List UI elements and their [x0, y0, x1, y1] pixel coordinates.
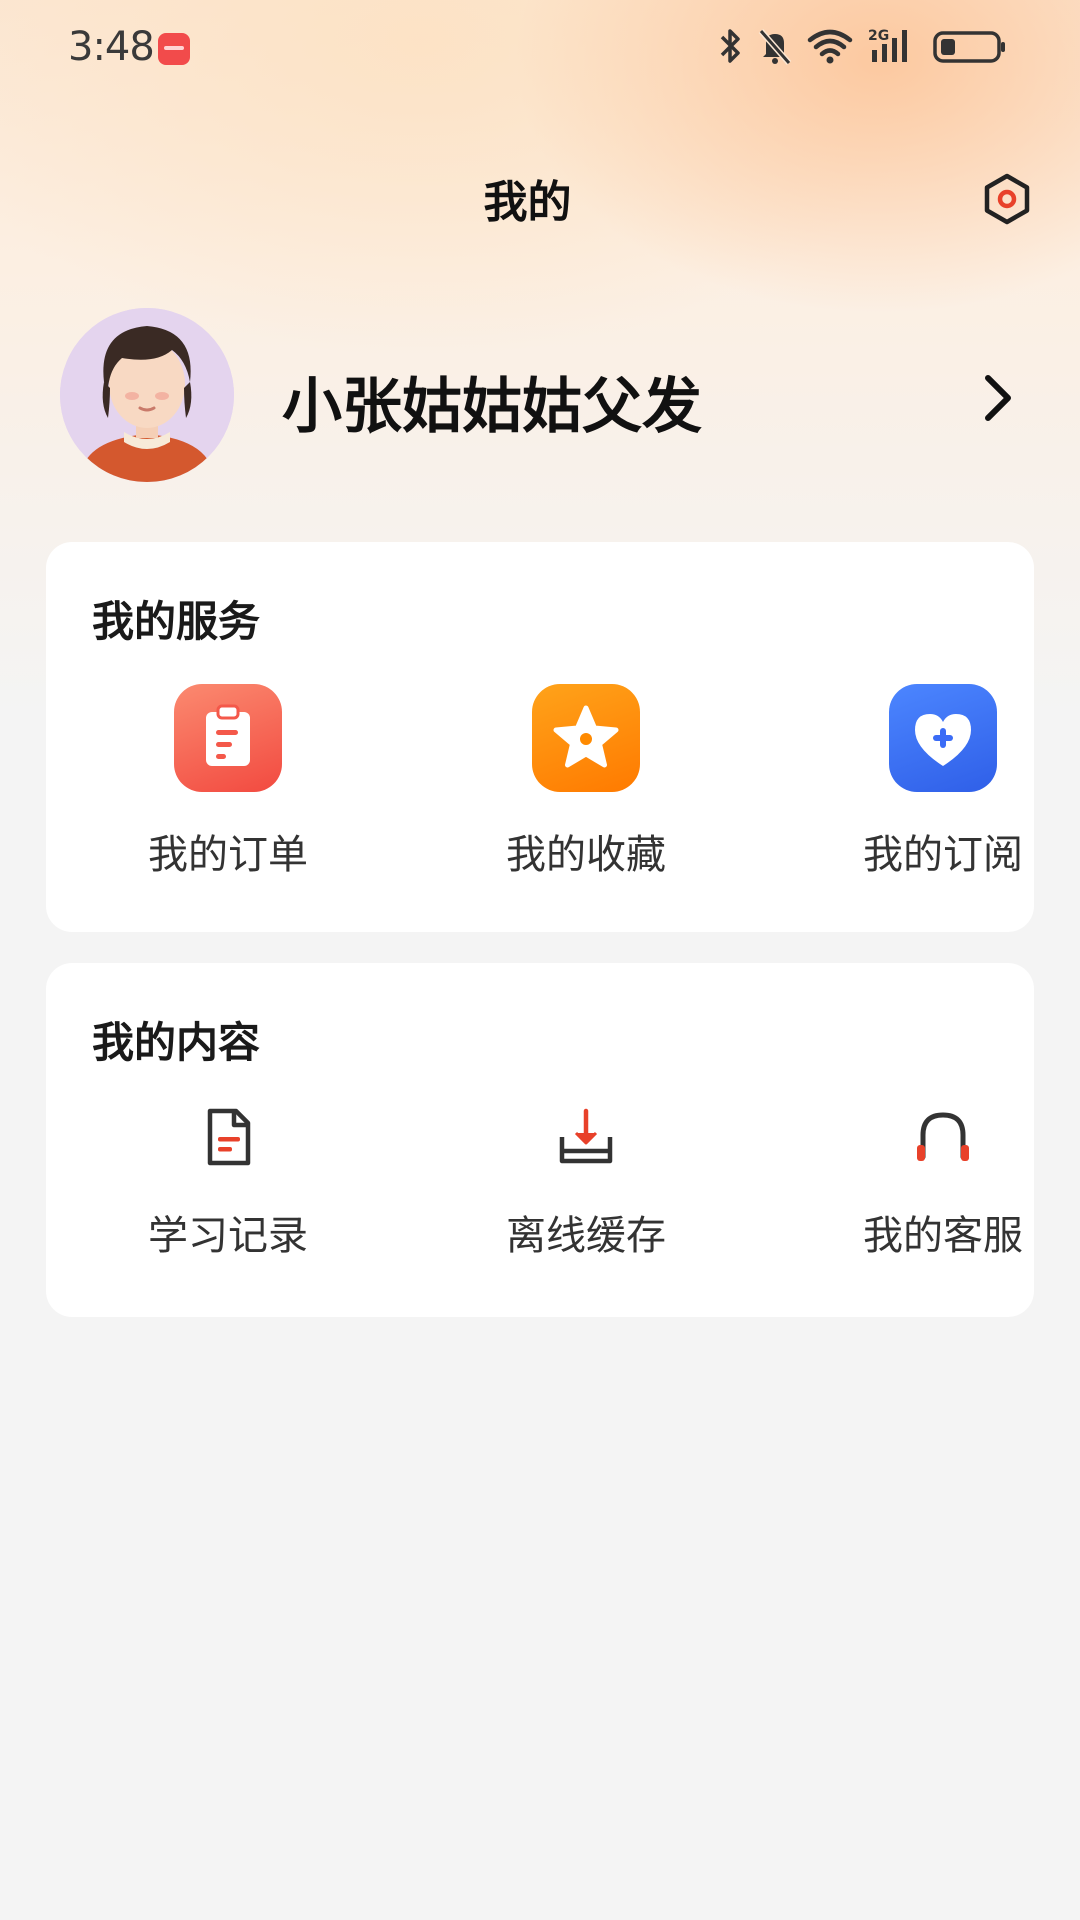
- service-item-favorites[interactable]: 我的收藏: [456, 684, 716, 880]
- avatar-illustration: [60, 308, 234, 482]
- network-type-label: 2G: [868, 28, 889, 44]
- username[interactable]: 小张姑姑姑父发: [282, 358, 702, 445]
- page-title: 我的: [483, 177, 572, 228]
- content-item-offline-cache[interactable]: 离线缓存: [456, 1107, 716, 1261]
- service-label: 我的收藏: [506, 832, 666, 878]
- content-card: 我的内容 学习记录 离线缓存 我的客服: [46, 963, 1034, 1317]
- star-icon: [532, 684, 640, 792]
- status-icons: 2G: [718, 26, 1008, 66]
- content-label: 学习记录: [148, 1213, 308, 1259]
- app-notification-icon: [158, 33, 190, 65]
- content-label: 离线缓存: [506, 1213, 666, 1259]
- cellular-signal-icon: 2G: [868, 28, 907, 62]
- settings-gear-icon[interactable]: [980, 172, 1034, 226]
- battery-icon: [933, 31, 1005, 63]
- avatar[interactable]: [60, 308, 234, 482]
- bluetooth-icon: [720, 29, 740, 63]
- status-bar: 3:48 2G: [0, 0, 1080, 96]
- clipboard-icon: [174, 684, 282, 792]
- mute-bell-icon: [758, 29, 792, 65]
- status-time: 3:48: [68, 24, 155, 70]
- services-card-content: 我的服务 我的订单 我的收藏 我的订阅: [46, 542, 1034, 932]
- service-label: 我的订单: [148, 832, 308, 878]
- headset-icon: [917, 1112, 969, 1161]
- services-title: 我的服务: [92, 597, 261, 646]
- chevron-right-icon[interactable]: [982, 372, 1016, 424]
- content-item-history[interactable]: 学习记录: [98, 1107, 358, 1261]
- download-icon: [559, 1108, 613, 1164]
- content-label: 我的客服: [863, 1213, 1023, 1259]
- wifi-icon: [807, 29, 853, 64]
- document-icon: [207, 1108, 251, 1166]
- service-label: 我的订阅: [863, 832, 1023, 878]
- heart-plus-icon: [889, 684, 997, 792]
- service-item-subscriptions[interactable]: 我的订阅: [813, 684, 1073, 880]
- content-item-customer-service[interactable]: 我的客服: [813, 1107, 1073, 1261]
- service-item-orders[interactable]: 我的订单: [98, 684, 358, 880]
- content-title: 我的内容: [92, 1018, 261, 1067]
